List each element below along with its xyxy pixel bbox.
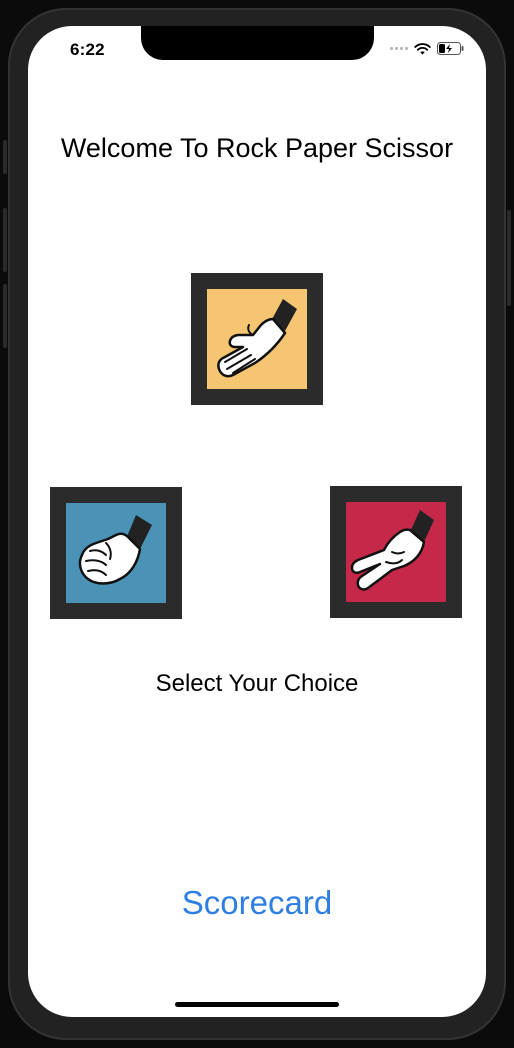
rock-choice-tile	[66, 503, 166, 603]
volume-down-button	[3, 284, 7, 348]
status-icons	[390, 42, 464, 55]
select-choice-label: Select Your Choice	[155, 670, 359, 697]
home-indicator[interactable]	[175, 1002, 339, 1007]
app-screen: 6:22 Welcome To Rock Paper Scissor Selec…	[28, 26, 486, 1017]
notch	[141, 26, 374, 60]
scissor-choice-button[interactable]	[330, 486, 462, 618]
power-button	[507, 210, 511, 306]
paper-choice-button[interactable]	[191, 273, 323, 405]
volume-up-button	[3, 208, 7, 272]
page-title: Welcome To Rock Paper Scissor	[60, 133, 454, 163]
scorecard-button[interactable]: Scorecard	[28, 884, 486, 922]
mute-switch	[3, 140, 7, 174]
paper-choice-tile	[207, 289, 307, 389]
battery-charging-icon	[437, 42, 464, 55]
signal-icon	[390, 47, 408, 50]
rock-hand-icon	[78, 515, 152, 585]
device: 6:22 Welcome To Rock Paper Scissor Selec…	[0, 0, 514, 1048]
rock-choice-button[interactable]	[50, 487, 182, 619]
wifi-icon	[414, 42, 431, 54]
status-time: 6:22	[70, 40, 105, 59]
scissor-hand-icon	[350, 510, 434, 591]
scissor-choice-tile	[346, 502, 446, 602]
paper-hand-icon	[217, 299, 297, 378]
